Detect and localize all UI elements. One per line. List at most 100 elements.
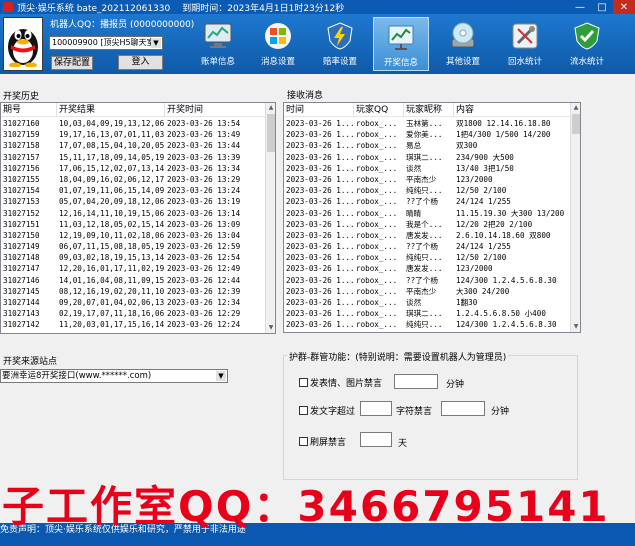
messages-table[interactable]: 时间 玩家QQ 玩家昵称 内容 2023-03-26 1... robox_...… (283, 102, 581, 333)
col-player-qq[interactable]: 玩家QQ (354, 103, 404, 117)
table-cell: 2023-03-26 12:39 (167, 286, 241, 296)
table-cell: robox_... (356, 119, 398, 128)
tab-label: 其他设置 (445, 57, 480, 67)
table-cell: 09,03,02,18,19,15,13,14 (59, 253, 165, 263)
table-cell: 06,07,11,15,08,18,05,19 (59, 242, 165, 252)
close-button[interactable]: ✕ (613, 0, 635, 14)
ban-flood-days-input[interactable] (360, 432, 392, 447)
tab-turnover-stats[interactable]: 流水统计 (559, 17, 615, 71)
table-row[interactable]: 31027159 19,17,16,13,07,01,11,03 2023-03-2… (1, 129, 267, 140)
table-row[interactable]: 31027149 06,07,11,15,08,18,05,19 2023-03-2… (1, 241, 267, 252)
scroll-thumb[interactable] (572, 114, 580, 134)
save-config-button[interactable]: 保存配置 (51, 56, 93, 70)
table-cell: 12/20 2把20 2/100 (456, 219, 533, 229)
table-row[interactable]: 31027160 10,03,04,09,19,13,12,06 2023-03-2… (1, 118, 267, 129)
table-row[interactable]: 31027154 01,07,19,11,06,15,14,09 2023-03-2… (1, 185, 267, 196)
table-cell: 05,07,04,20,09,18,12,06 (59, 197, 165, 207)
tab-label: 账单信息 (200, 57, 235, 67)
col-content[interactable]: 内容 (454, 103, 572, 117)
scroll-thumb[interactable] (267, 114, 275, 152)
tab-bill-info[interactable]: 账单信息 (190, 17, 246, 71)
app-icon (3, 2, 13, 12)
table-row[interactable]: 2023-03-26 1... robox_... 睛睛 11.15.19.30 大3… (284, 208, 572, 219)
table-row[interactable]: 31027156 17,06,15,12,02,07,13,14 2023-03-2… (1, 163, 267, 174)
table-cell: robox_... (356, 163, 398, 173)
table-row[interactable]: 31027157 15,11,17,18,09,14,05,19 2023-03-2… (1, 152, 267, 163)
table-row[interactable]: 2023-03-26 1... robox_... 琪琪二... 1.2.4.5.6.… (284, 308, 572, 319)
table-cell: 31027145 (3, 286, 40, 296)
col-result[interactable]: 开奖结果 (57, 103, 165, 117)
table-row[interactable]: 2023-03-26 1... robox_... 爱你美... 1把4/300 1/… (284, 129, 572, 140)
login-button[interactable]: 登入 (118, 55, 163, 70)
char-limit-input[interactable] (360, 401, 392, 416)
table-row[interactable]: 2023-03-26 1... robox_... 纯纯只... 124/300 1.… (284, 319, 572, 330)
checkbox-box[interactable] (299, 437, 308, 446)
checkbox-box[interactable] (299, 406, 308, 415)
table-row[interactable]: 31027144 09,20,07,01,04,02,06,13 2023-03-2… (1, 297, 267, 308)
table-row[interactable]: 31027155 18,04,09,16,02,06,12,17 2023-03-2… (1, 174, 267, 185)
table-row[interactable]: 2023-03-26 1... robox_... 我是个... 12/20 2把20… (284, 219, 572, 230)
ban-flood-checkbox[interactable]: 刷屏禁言 (299, 435, 346, 448)
history-table[interactable]: 期号 开奖结果 开奖时间 31027160 10,03,04,09,19,13,1… (0, 102, 276, 334)
table-cell: 2023-03-26 13:44 (167, 141, 241, 151)
scroll-down-icon[interactable]: ▼ (571, 322, 580, 332)
table-row[interactable]: 2023-03-26 1... robox_... ??了个杨 124/300 1.2… (284, 275, 572, 286)
table-row[interactable]: 2023-03-26 1... robox_... ??了个杨 24/124 1/25… (284, 241, 572, 252)
scroll-down-icon[interactable]: ▼ (266, 323, 275, 333)
table-row[interactable]: 31027143 02,19,17,07,11,18,16,06 2023-03-2… (1, 308, 267, 319)
table-cell: robox_... (356, 298, 398, 307)
table-row[interactable]: 2023-03-26 1... robox_... 平南杰少 123/2000 (284, 174, 572, 185)
table-row[interactable]: 31027142 11,20,03,01,17,15,16,14 2023-03-2… (1, 319, 267, 330)
table-row[interactable]: 2023-03-26 1... robox_... 谈然 1翻30 (284, 297, 572, 308)
table-row[interactable]: 31027148 09,03,02,18,19,15,13,14 2023-03-2… (1, 252, 267, 263)
ban-long-text-minutes-input[interactable] (441, 401, 485, 416)
col-player-nick[interactable]: 玩家昵称 (404, 103, 454, 117)
table-row[interactable]: 2023-03-26 1... robox_... 易总 双300 (284, 140, 572, 151)
tab-odds-settings[interactable]: 赔率设置 (312, 17, 368, 71)
table-row[interactable]: 31027147 12,20,16,01,17,11,02,19 2023-03-2… (1, 263, 267, 274)
table-cell: 2023-03-26 13:54 (167, 119, 241, 128)
checkbox-box[interactable] (299, 378, 308, 387)
table-row[interactable]: 31027150 12,19,09,10,11,02,18,06 2023-03-2… (1, 230, 267, 241)
table-row[interactable]: 31027151 11,03,12,18,05,02,15,14 2023-03-2… (1, 219, 267, 230)
table-row[interactable]: 31027158 17,07,08,15,04,10,20,05 2023-03-2… (1, 140, 267, 151)
table-row[interactable]: 2023-03-26 1... robox_... 谈然 13/40 3把1/50 (284, 163, 572, 174)
table-row[interactable]: 31027146 14,01,16,04,08,11,09,15 2023-03-2… (1, 275, 267, 286)
ban-emoji-checkbox[interactable]: 发表情、图片禁言 (299, 376, 382, 389)
table-row[interactable]: 2023-03-26 1... robox_... 琪琪二... 234/900 大5… (284, 152, 572, 163)
robot-select[interactable]: 100009900 [顶尖H5聊天室] ▼ (49, 36, 163, 50)
table-row[interactable]: 2023-03-26 1... robox_... 唐发发... 2.6.10.14.… (284, 230, 572, 241)
history-scrollbar[interactable]: ▲ ▼ (265, 103, 275, 333)
ban-emoji-minutes-input[interactable] (394, 374, 438, 389)
minimize-button[interactable]: — (569, 0, 591, 14)
table-row[interactable]: 31027152 12,16,14,11,10,19,15,06 2023-03-2… (1, 208, 267, 219)
scroll-up-icon[interactable]: ▲ (571, 103, 580, 113)
ban-long-text-checkbox[interactable]: 发文字超过 (299, 404, 355, 417)
scroll-up-icon[interactable]: ▲ (266, 103, 275, 113)
table-row[interactable]: 31027153 05,07,04,20,09,18,12,06 2023-03-2… (1, 196, 267, 207)
maximize-button[interactable]: □ (591, 0, 613, 14)
messages-scrollbar[interactable]: ▲ ▼ (570, 103, 580, 332)
table-row[interactable]: 2023-03-26 1... robox_... 玉林第... 双1800 12.1… (284, 118, 572, 129)
tab-label: 回水统计 (507, 57, 542, 67)
table-cell: 31027150 (3, 230, 40, 240)
table-row[interactable]: 2023-03-26 1... robox_... 纯纯只... 12/50 2/10… (284, 252, 572, 263)
table-cell: 2023-03-26 12:59 (167, 242, 241, 252)
table-row[interactable]: 2023-03-26 1... robox_... 唐发发... 123/2000 (284, 263, 572, 274)
tab-message-settings[interactable]: 消息设置 (250, 17, 306, 71)
source-select[interactable]: 要洲幸运8开奖接口(www.******.com) ▼ (0, 369, 228, 383)
tab-label: 赔率设置 (322, 57, 357, 67)
table-row[interactable]: 2023-03-26 1... robox_... ??了个杨 24/124 1/25… (284, 196, 572, 207)
table-row[interactable]: 31027145 08,12,16,19,02,20,11,10 2023-03-2… (1, 286, 267, 297)
tab-rebate-stats[interactable]: 回水统计 (497, 17, 553, 71)
table-row[interactable]: 2023-03-26 1... robox_... 纯纯只... 12/50 2/10… (284, 185, 572, 196)
table-cell: 2023-03-26 12:24 (167, 320, 241, 330)
table-row[interactable]: 2023-03-26 1... robox_... 平南杰少 大300 24/200 (284, 286, 572, 297)
table-cell: 31027157 (3, 152, 40, 162)
col-time[interactable]: 时间 (284, 103, 354, 117)
col-time[interactable]: 开奖时间 (165, 103, 267, 117)
tab-draw-info[interactable]: 开奖信息 (373, 17, 429, 71)
tab-other-settings[interactable]: 其他设置 (435, 17, 491, 71)
table-cell: robox_... (356, 242, 398, 252)
col-issue[interactable]: 期号 (1, 103, 57, 117)
